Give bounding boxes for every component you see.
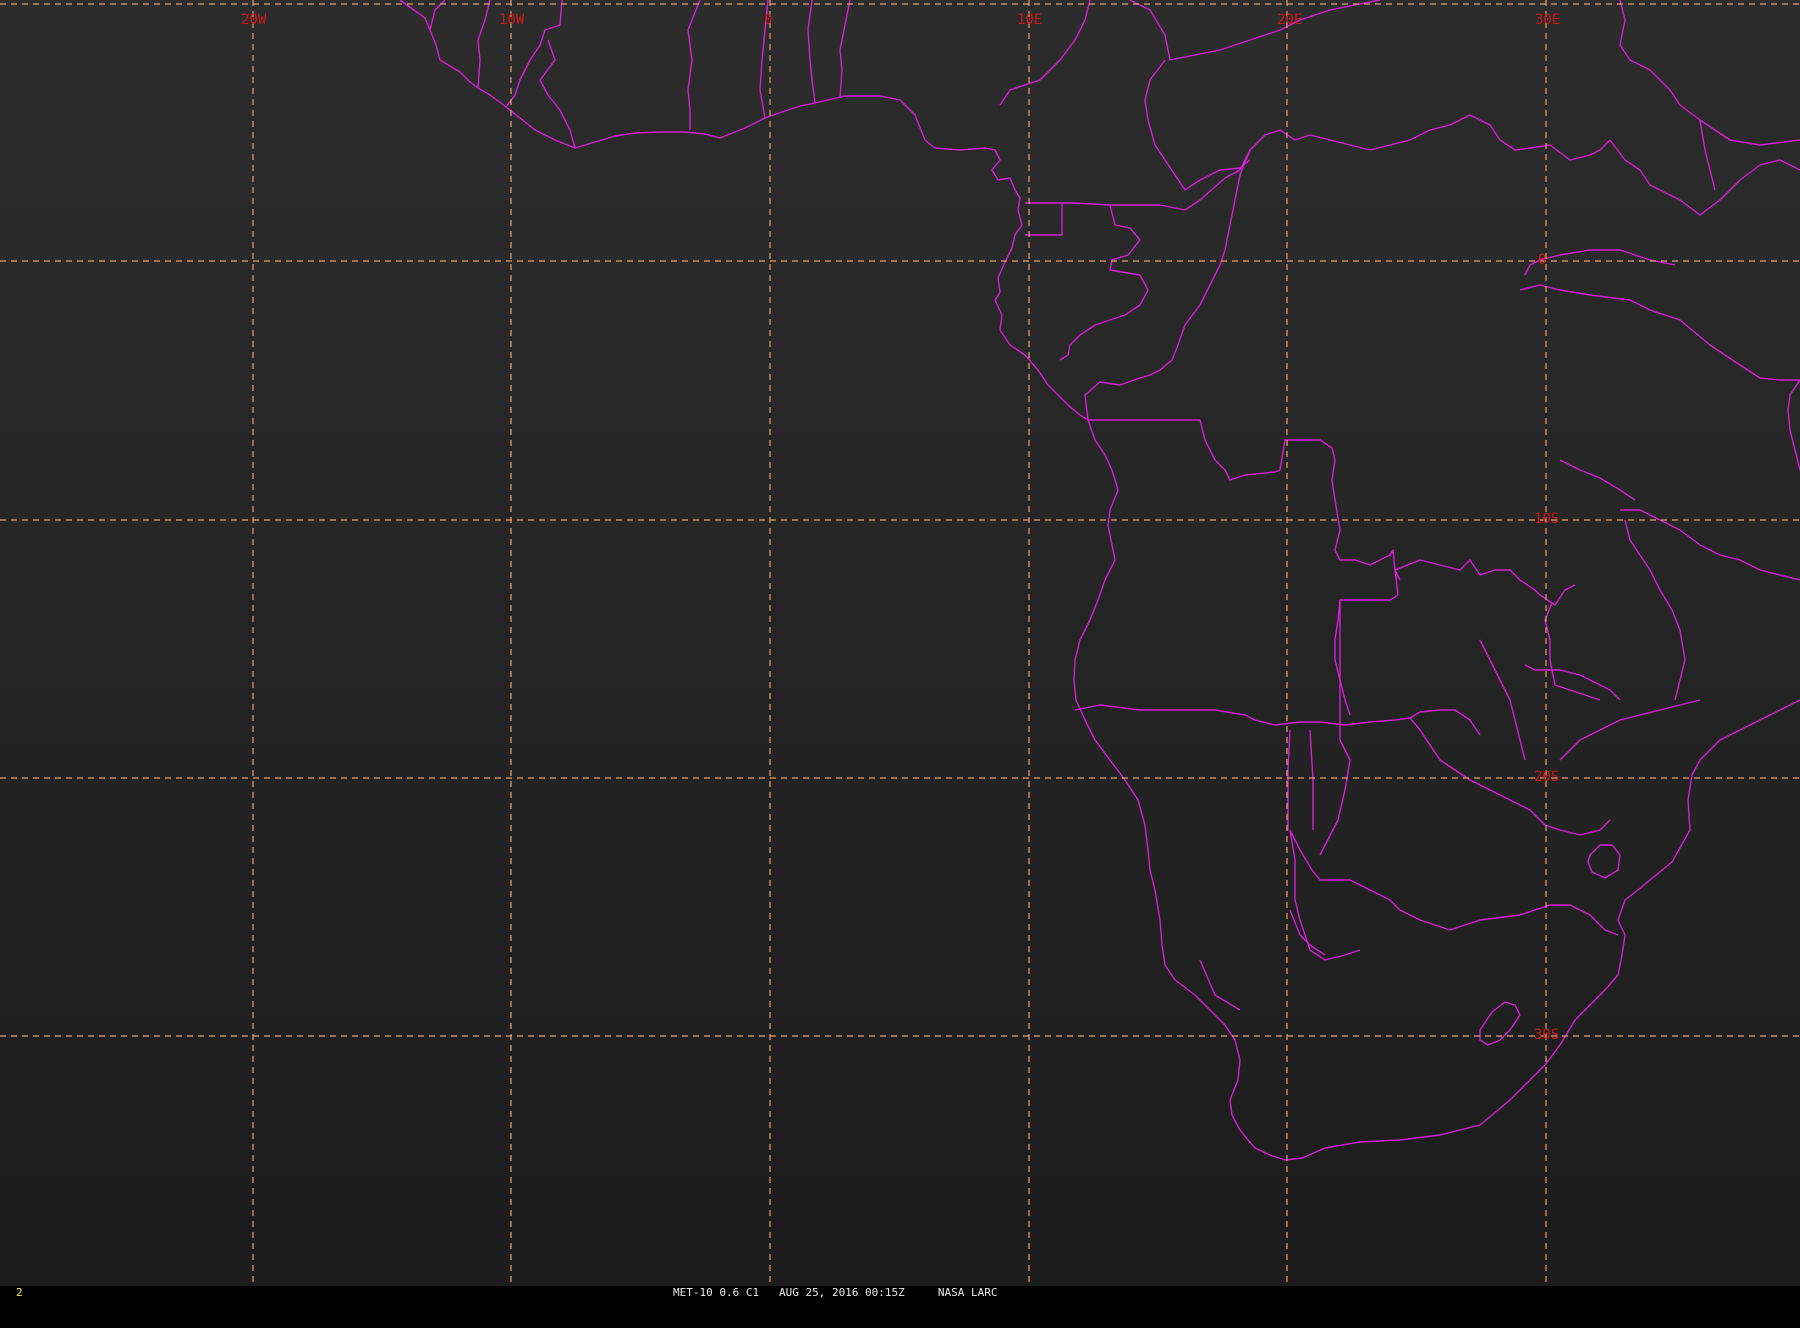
- satellite-map: 20W 10W 0 10E 20E 30E 0 10S 20S 30S: [0, 0, 1800, 1286]
- imagery-background: [0, 0, 1800, 1286]
- lon-label-10w: 10W: [499, 12, 525, 28]
- lat-label-20s: 20S: [1534, 769, 1559, 785]
- status-caption: MET-10 0.6 C1 AUG 25, 2016 00:15Z NASA L…: [673, 1286, 998, 1299]
- lat-label-0: 0: [1538, 252, 1546, 268]
- lon-label-20e: 20E: [1277, 12, 1302, 28]
- lat-label-30s: 30S: [1534, 1027, 1559, 1043]
- lon-label-30e: 30E: [1535, 12, 1560, 28]
- status-bar: 2 MET-10 0.6 C1 AUG 25, 2016 00:15Z NASA…: [0, 1286, 1800, 1300]
- frame-number: 2: [16, 1286, 23, 1299]
- lon-label-0: 0: [764, 12, 772, 28]
- lon-label-10e: 10E: [1017, 12, 1042, 28]
- lon-label-20w: 20W: [241, 12, 267, 28]
- lat-label-10s: 10S: [1534, 511, 1559, 527]
